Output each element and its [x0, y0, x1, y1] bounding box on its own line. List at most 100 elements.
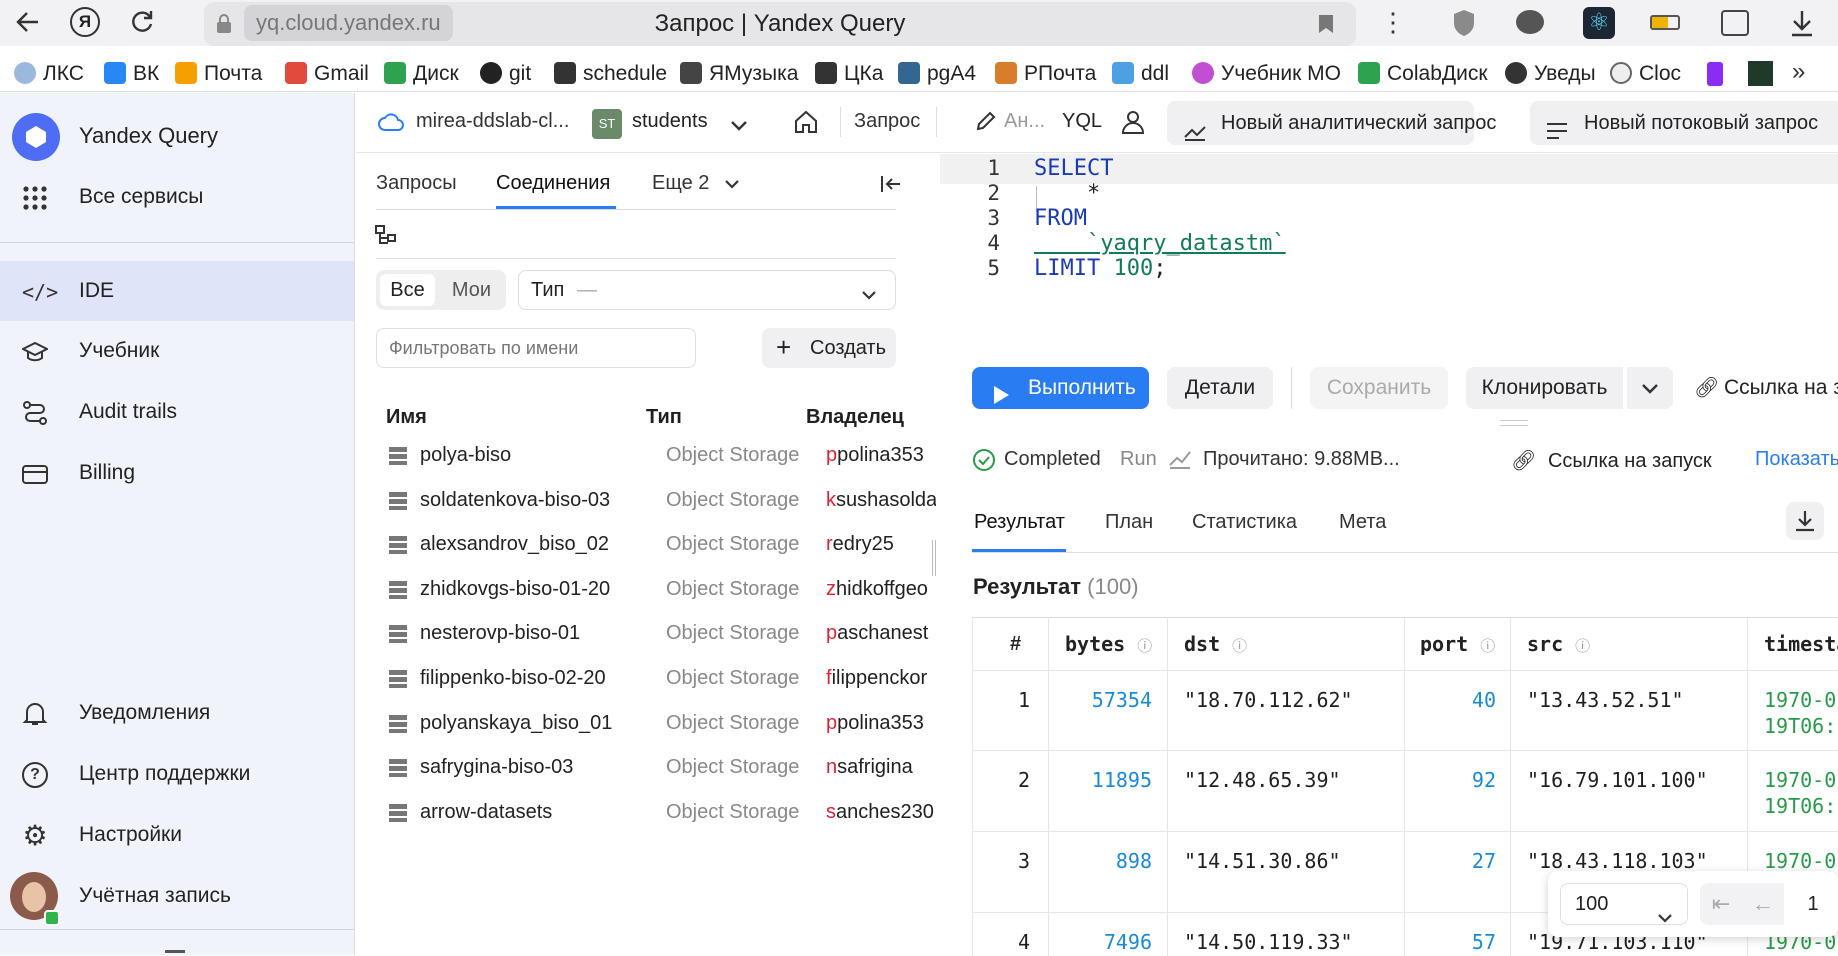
react-devtools-icon[interactable]: ⚛ [1583, 7, 1615, 39]
save-button[interactable]: Сохранить [1310, 367, 1448, 409]
cell-dst[interactable]: "12.48.65.39" [1184, 768, 1341, 792]
code-line[interactable]: FROM [1034, 206, 1087, 231]
sidebar-item-support[interactable]: ? Центр поддержки [0, 744, 354, 804]
sidebar-item-settings[interactable]: ⚙ Настройки [0, 805, 354, 865]
chevron-down-icon[interactable] [724, 178, 740, 190]
code-editor[interactable]: 1 SELECT 2 * 3 FROM 4 `yaqry_datastm` 5 LIMIT 1… [940, 154, 1838, 354]
bookmark-item[interactable]: Почта [175, 46, 262, 91]
code-line[interactable]: LIMIT 100; [1034, 256, 1166, 281]
connection-name[interactable]: safrygina-biso-03 [420, 756, 573, 779]
folder-name[interactable]: students [632, 110, 708, 133]
new-stream-query-button[interactable]: Новый потоковый запрос [1530, 101, 1838, 145]
cell-port[interactable]: 40 [1404, 688, 1496, 712]
image-bookmark-icon[interactable] [1748, 61, 1773, 86]
column-header-type[interactable]: Тип [646, 406, 682, 429]
collapse-panel-icon[interactable] [880, 174, 902, 194]
purple-bookmark-icon[interactable] [1707, 62, 1723, 86]
address-bar[interactable]: yq.cloud.yandex.ru Запрос | Yandex Query [204, 2, 1356, 46]
bookmark-item[interactable]: ЯМузыка [680, 46, 798, 91]
copy-link-button[interactable]: 🔗︎ Ссылка на з [1694, 367, 1838, 409]
connection-name[interactable]: filippenko-biso-02-20 [420, 667, 606, 690]
bookmark-item[interactable]: Учебник МО [1192, 46, 1341, 91]
info-icon[interactable]: ⓘ [1137, 637, 1152, 655]
column-header-owner[interactable]: Владелец [806, 406, 904, 429]
cloud-name[interactable]: mirea-ddslab-cl... [416, 110, 569, 133]
run-button[interactable]: Выполнить [972, 367, 1149, 409]
connection-name[interactable]: arrow-datasets [420, 801, 552, 824]
clone-menu-button[interactable] [1627, 367, 1673, 409]
cell-src[interactable]: "18.43.118.103" [1527, 849, 1708, 873]
prev-page-button[interactable]: ← [1742, 883, 1784, 925]
code-line[interactable]: * [1034, 181, 1100, 206]
bookmark-item[interactable]: ЛКС [14, 46, 84, 91]
cell-src[interactable]: "13.43.52.51" [1527, 688, 1684, 712]
menu-dots-icon[interactable]: ⋮ [1380, 8, 1406, 36]
cell-timestamp[interactable]: 1970-01 [1764, 768, 1838, 792]
bookmark-item[interactable]: РПочта [995, 46, 1096, 91]
bookmark-item[interactable]: Clocl [1610, 46, 1682, 91]
cell-bytes[interactable]: 57354 [1048, 688, 1152, 712]
filter-mine-button[interactable]: Мои [444, 274, 499, 306]
shield-icon[interactable] [1452, 9, 1476, 37]
cell-src[interactable]: "16.79.101.100" [1527, 768, 1708, 792]
column-header-bytes[interactable]: bytes ⓘ [1065, 618, 1152, 670]
filter-all-button[interactable]: Все [380, 274, 435, 306]
back-arrow-icon[interactable] [14, 8, 42, 36]
cell-timestamp[interactable]: 1970-01 [1764, 849, 1838, 873]
cell-timestamp[interactable]: 1970-01 [1764, 688, 1838, 712]
code-line[interactable]: `yaqry_datastm` [1034, 231, 1286, 256]
bookmark-item[interactable]: Уведы [1505, 46, 1596, 91]
bookmark-item[interactable]: pgA4 [898, 46, 976, 91]
sidebar-item-tutorial[interactable]: Учебник [0, 321, 354, 381]
info-icon[interactable]: ⓘ [1232, 637, 1247, 655]
column-header-name[interactable]: Имя [386, 406, 427, 429]
info-icon[interactable]: ⓘ [1575, 637, 1590, 655]
bookmark-item[interactable]: ColabДиск [1358, 46, 1488, 91]
page-number-input[interactable]: 1 [1788, 883, 1838, 925]
planet-extension-icon[interactable] [1516, 10, 1544, 34]
cell-bytes[interactable]: 11895 [1048, 768, 1152, 792]
tab-result[interactable]: Результат [974, 511, 1065, 534]
chevron-down-icon[interactable] [730, 115, 748, 131]
yandex-query-logo-icon[interactable] [12, 113, 60, 161]
sidebar-item-account[interactable]: Учётная запись [0, 866, 354, 926]
connection-name[interactable]: zhidkovgs-biso-01-20 [420, 578, 610, 601]
page-size-select[interactable]: 100 [1560, 883, 1688, 925]
brand-title[interactable]: Yandex Query [79, 123, 218, 149]
table-row[interactable]: arrow-datasets Object Storage sanches230 [376, 787, 934, 839]
download-results-button[interactable] [1786, 502, 1824, 540]
type-select[interactable]: Тип — [518, 270, 896, 310]
pencil-icon[interactable] [974, 109, 998, 133]
connection-name[interactable]: alexsandrov_biso_02 [420, 533, 609, 556]
code-line[interactable]: SELECT [1034, 156, 1113, 181]
yandex-icon[interactable]: Я [70, 7, 100, 37]
battery-icon[interactable] [1650, 15, 1680, 30]
reload-icon[interactable] [128, 8, 156, 36]
query-language[interactable]: YQL [1062, 110, 1102, 133]
search-input[interactable] [376, 328, 696, 368]
editor-resize-handle[interactable] [1500, 420, 1528, 426]
tree-view-icon[interactable] [374, 224, 398, 248]
clone-button[interactable]: Клонировать [1466, 367, 1623, 409]
reader-icon[interactable] [1721, 10, 1749, 36]
connection-name[interactable]: polya-biso [420, 444, 511, 467]
column-header-index[interactable]: # [1010, 618, 1021, 670]
bookmark-icon[interactable] [1318, 14, 1334, 34]
column-header-port[interactable]: port ⓘ [1420, 618, 1495, 670]
tab-meta[interactable]: Мета [1339, 511, 1386, 534]
column-header-src[interactable]: src ⓘ [1527, 618, 1590, 670]
cell-port[interactable]: 57 [1404, 930, 1496, 954]
all-services-button[interactable]: Все сервисы [0, 167, 354, 227]
sidebar-item-notifications[interactable]: Уведомления [0, 683, 354, 743]
run-chart-icon[interactable] [1168, 447, 1192, 469]
details-button[interactable]: Детали [1167, 367, 1273, 409]
tab-more[interactable]: Еще 2 [652, 172, 709, 195]
tab-statistics[interactable]: Статистика [1192, 511, 1297, 534]
user-icon[interactable] [1121, 109, 1145, 135]
info-icon[interactable]: ⓘ [1480, 637, 1495, 655]
cell-port[interactable]: 27 [1404, 849, 1496, 873]
cell-dst[interactable]: "14.51.30.86" [1184, 849, 1341, 873]
connection-name[interactable]: polyanskaya_biso_01 [420, 712, 612, 735]
bookmark-item[interactable]: git [480, 46, 531, 91]
run-link[interactable]: 🔗︎ Ссылка на запуск [1511, 448, 1712, 473]
